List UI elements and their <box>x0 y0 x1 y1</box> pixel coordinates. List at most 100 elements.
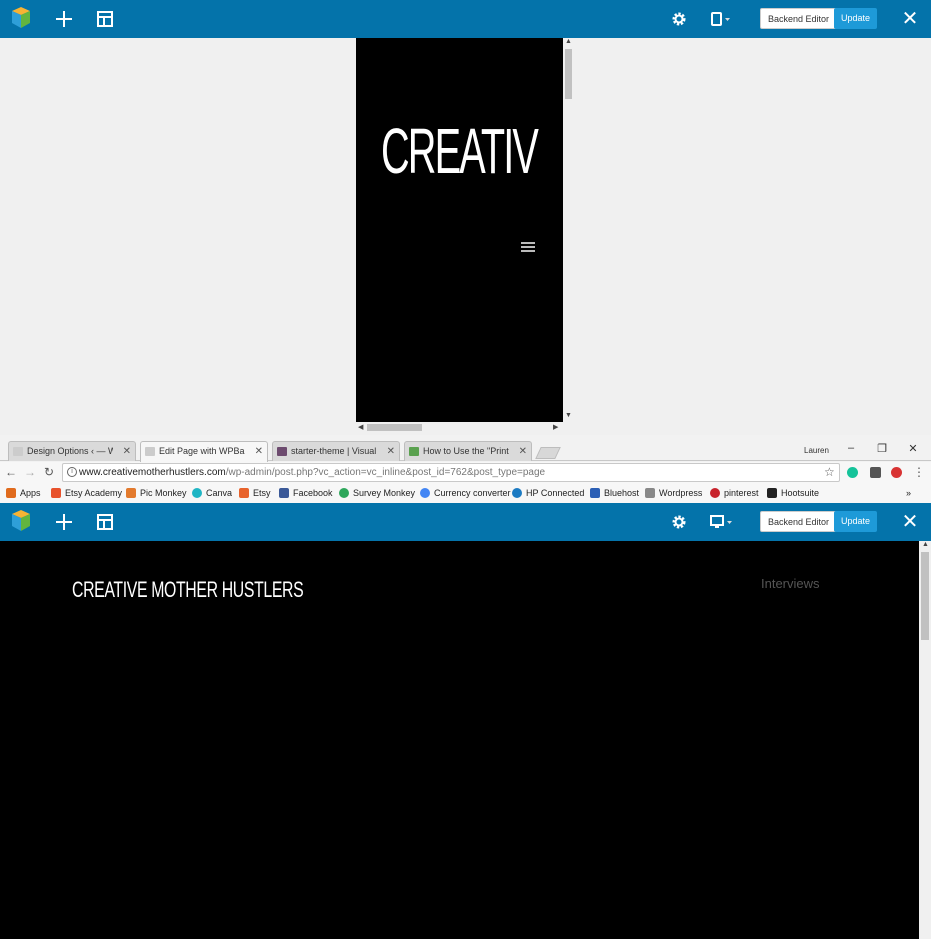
close-tab-icon[interactable]: ✕ <box>387 442 395 461</box>
apps-grid-icon <box>6 488 16 498</box>
scrollbar-thumb[interactable] <box>921 552 929 640</box>
profile-name[interactable]: Lauren <box>804 446 829 455</box>
templates-icon[interactable] <box>95 9 115 29</box>
hootsuite-icon <box>767 488 777 498</box>
bookmark-canva[interactable]: Canva <box>192 487 232 500</box>
picmonkey-icon <box>126 488 136 498</box>
browser-toolbar: ← → ↻ i www.creativemotherhustlers.com/w… <box>0 462 931 484</box>
editor-canvas: CREATIV ▲ ▼ ◀ ▶ <box>0 38 931 435</box>
scrollbar-thumb[interactable] <box>367 424 422 431</box>
hp-icon <box>512 488 522 498</box>
hamburger-menu-icon[interactable] <box>521 242 535 253</box>
restore-icon[interactable]: ❐ <box>874 442 890 455</box>
bookmark-facebook[interactable]: Facebook <box>279 487 333 500</box>
reload-icon[interactable]: ↻ <box>42 465 56 479</box>
bookmark-hp-connected[interactable]: HP Connected <box>512 487 584 500</box>
close-editor-icon[interactable]: ✕ <box>901 9 919 29</box>
more-bookmarks-chevron-icon[interactable]: » <box>906 487 911 500</box>
bottom-editor-toolbar: Backend Editor Update ✕ <box>0 503 931 541</box>
info-icon[interactable]: i <box>67 467 77 477</box>
close-editor-icon[interactable]: ✕ <box>901 512 919 532</box>
etsy-academy-icon <box>51 488 61 498</box>
close-window-icon[interactable]: ✕ <box>905 442 921 455</box>
doc-icon <box>409 447 419 456</box>
canva-icon <box>192 488 202 498</box>
scroll-down-arrow-icon[interactable]: ▼ <box>565 412 572 419</box>
update-button[interactable]: Update <box>834 8 878 29</box>
minimize-icon[interactable]: – <box>843 442 859 454</box>
opera-icon[interactable] <box>891 467 902 478</box>
eyedropper-icon[interactable] <box>870 467 881 478</box>
page-vertical-scrollbar[interactable]: ▲ <box>919 541 931 939</box>
preview-horizontal-scrollbar[interactable]: ◀ ▶ <box>356 422 563 433</box>
wpbakery-logo-icon[interactable] <box>10 6 32 30</box>
add-element-icon[interactable] <box>54 9 74 29</box>
browser-tab-active[interactable]: Edit Page with WPBakery ✕ <box>140 441 268 462</box>
bookmark-wordpress[interactable]: Wordpress <box>645 487 702 500</box>
bluehost-icon <box>590 488 600 498</box>
site-title[interactable]: CREATIVE MOTHER HUSTLERS <box>72 577 304 603</box>
hash-icon <box>277 447 287 456</box>
tab-label: Design Options ‹ — Wor <box>27 446 113 456</box>
surveymonkey-icon <box>339 488 349 498</box>
templates-icon[interactable] <box>95 512 115 532</box>
nav-item-interviews[interactable]: Interviews <box>761 576 820 591</box>
desktop-preview: CREATIVE MOTHER HUSTLERS Interviews <box>0 541 919 939</box>
browser-tab[interactable]: Design Options ‹ — Wor ✕ <box>8 441 136 461</box>
bookmark-etsy-academy[interactable]: Etsy Academy <box>51 487 122 500</box>
close-tab-icon[interactable]: ✕ <box>255 442 263 461</box>
bookmark-etsy[interactable]: Etsy <box>239 487 271 500</box>
scroll-up-arrow-icon[interactable]: ▲ <box>565 38 572 45</box>
browser-chrome: Design Options ‹ — Wor ✕ Edit Page with … <box>0 435 931 503</box>
preview-vertical-scrollbar[interactable]: ▲ ▼ <box>563 38 574 422</box>
settings-gear-icon[interactable] <box>669 512 689 532</box>
tab-label: How to Use the "Print Sc <box>423 446 509 456</box>
scroll-up-arrow-icon[interactable]: ▲ <box>922 541 929 548</box>
pinterest-icon <box>710 488 720 498</box>
grammarly-icon[interactable] <box>847 467 858 478</box>
bookmark-hootsuite[interactable]: Hootsuite <box>767 487 819 500</box>
etsy-icon <box>239 488 249 498</box>
google-icon <box>420 488 430 498</box>
wpbakery-logo-icon[interactable] <box>10 509 32 533</box>
url-host: www.creativemotherhustlers.com <box>79 467 226 478</box>
tab-label: starter-theme | Visual Co <box>291 446 377 456</box>
wpbakery-icon <box>145 447 155 456</box>
scroll-right-arrow-icon[interactable]: ▶ <box>553 423 558 431</box>
close-tab-icon[interactable]: ✕ <box>123 442 131 461</box>
tab-strip: Design Options ‹ — Wor ✕ Edit Page with … <box>0 435 931 462</box>
tab-label: Edit Page with WPBakery <box>159 446 245 456</box>
bookmark-pinterest[interactable]: pinterest <box>710 487 759 500</box>
wpbakery-icon <box>13 447 23 456</box>
mobile-device-icon[interactable] <box>709 9 733 29</box>
settings-gear-icon[interactable] <box>669 9 689 29</box>
bookmark-apps[interactable]: Apps <box>6 487 41 500</box>
bookmark-star-icon[interactable]: ☆ <box>824 465 835 479</box>
back-icon[interactable]: ← <box>4 465 18 479</box>
update-button[interactable]: Update <box>834 511 878 532</box>
add-element-icon[interactable] <box>54 512 74 532</box>
address-bar[interactable]: i www.creativemotherhustlers.com/wp-admi… <box>62 463 840 482</box>
url-path: /wp-admin/post.php?vc_action=vc_inline&p… <box>225 467 546 478</box>
bookmark-bluehost[interactable]: Bluehost <box>590 487 639 500</box>
scroll-left-arrow-icon[interactable]: ◀ <box>358 423 363 431</box>
backend-editor-button[interactable]: Backend Editor <box>760 8 838 29</box>
bookmark-currency-converter[interactable]: Currency converter <box>420 487 511 500</box>
bookmarks-bar: Apps Etsy Academy Pic Monkey Canva Etsy … <box>0 484 931 503</box>
bookmark-survey-monkey[interactable]: Survey Monkey <box>339 487 415 500</box>
desktop-device-icon[interactable] <box>709 512 735 532</box>
browser-tab[interactable]: starter-theme | Visual Co ✕ <box>272 441 400 461</box>
scrollbar-thumb[interactable] <box>565 49 572 99</box>
site-title: CREATIV <box>381 115 539 187</box>
backend-editor-button[interactable]: Backend Editor <box>760 511 838 532</box>
top-editor-toolbar: Backend Editor Update ✕ <box>0 0 931 38</box>
wpbakery-icon <box>645 488 655 498</box>
new-tab-button[interactable] <box>535 447 561 459</box>
bookmark-pic-monkey[interactable]: Pic Monkey <box>126 487 187 500</box>
close-tab-icon[interactable]: ✕ <box>519 442 527 461</box>
mobile-preview-frame: CREATIV <box>356 38 563 422</box>
forward-icon[interactable]: → <box>23 465 37 479</box>
browser-tab[interactable]: How to Use the "Print Sc ✕ <box>404 441 532 461</box>
chrome-menu-icon[interactable]: ⋮ <box>912 465 926 479</box>
facebook-icon <box>279 488 289 498</box>
